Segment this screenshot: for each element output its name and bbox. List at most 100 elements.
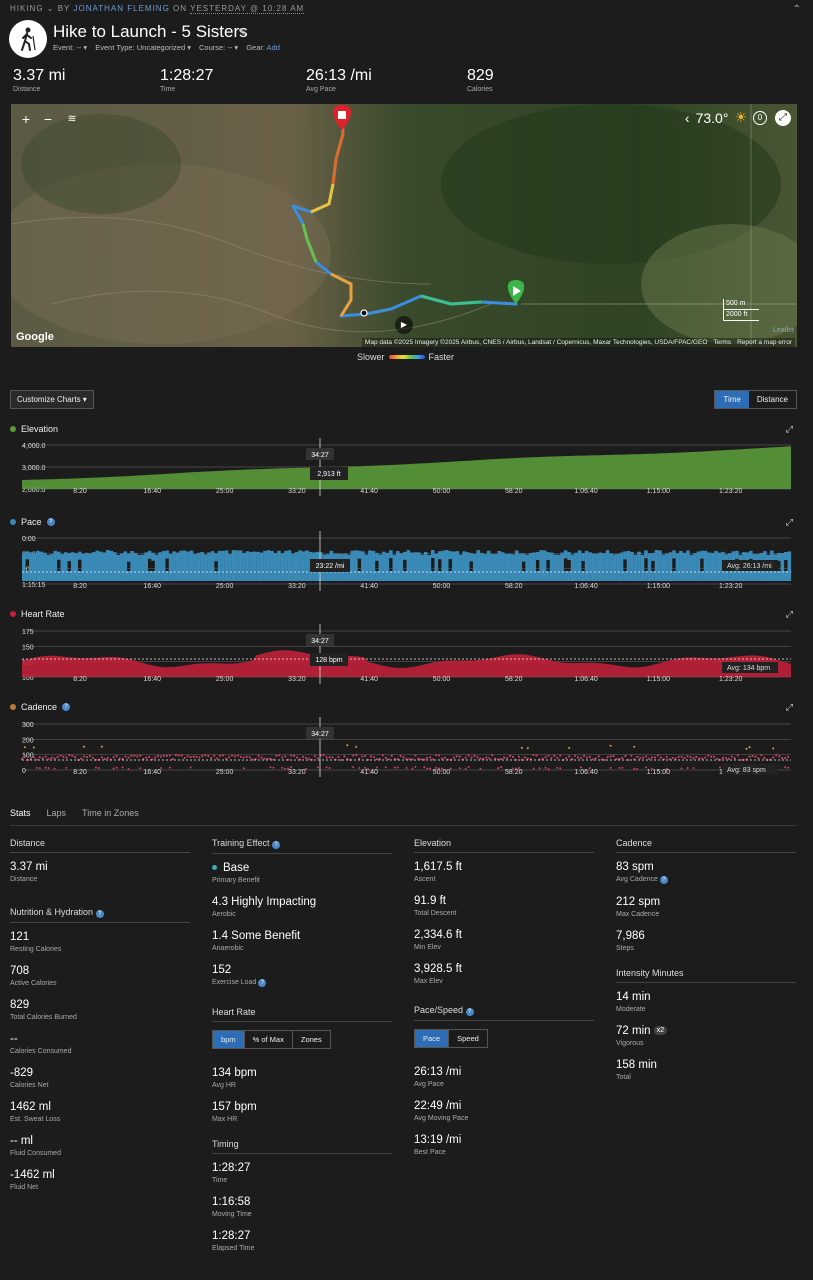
pace-bar bbox=[88, 553, 93, 581]
bpm-toggle[interactable]: bpm bbox=[213, 1031, 245, 1048]
cadence-point bbox=[630, 754, 633, 757]
pace-bar bbox=[42, 552, 47, 581]
pace-toggle[interactable]: Pace bbox=[415, 1030, 450, 1047]
pace-bar bbox=[105, 550, 110, 581]
report-map-error-link[interactable]: Report a map error bbox=[737, 339, 792, 346]
x-tick-label: 1:06:40 bbox=[574, 583, 597, 590]
help-icon[interactable]: ? bbox=[659, 876, 668, 884]
pace-bar bbox=[539, 550, 543, 581]
expand-elevation-icon[interactable]: ⤢ bbox=[786, 424, 793, 435]
pace-bar bbox=[350, 550, 355, 581]
cadence-point bbox=[653, 756, 657, 759]
pace-bar bbox=[217, 550, 222, 581]
help-icon[interactable]: ? bbox=[258, 979, 267, 987]
percent-max-toggle[interactable]: % of Max bbox=[245, 1031, 293, 1048]
help-icon[interactable]: ? bbox=[465, 1008, 474, 1016]
cadence-point bbox=[97, 758, 100, 761]
cadence-point bbox=[139, 767, 142, 770]
cadence-point bbox=[222, 754, 225, 757]
pace-bar bbox=[777, 552, 781, 561]
pace-bar bbox=[651, 552, 655, 561]
pace-bar bbox=[49, 554, 54, 581]
pace-bar bbox=[63, 552, 68, 581]
expand-heart-rate-icon[interactable]: ⤢ bbox=[786, 609, 793, 620]
terms-link[interactable]: Terms bbox=[713, 339, 731, 346]
zoom-out-button[interactable]: − bbox=[39, 110, 57, 128]
cadence-point bbox=[733, 757, 736, 760]
activity-title[interactable]: Hike to Launch - 5 Sisters bbox=[53, 22, 248, 42]
layers-icon[interactable]: ≋ bbox=[63, 110, 81, 128]
multiplier-badge: x2 bbox=[653, 1026, 668, 1036]
summary-distance: 3.37 mi Distance bbox=[13, 67, 66, 93]
help-icon[interactable]: ? bbox=[272, 841, 281, 849]
help-icon[interactable]: ? bbox=[95, 910, 104, 918]
distance-toggle[interactable]: Distance bbox=[749, 391, 796, 408]
cadence-point bbox=[786, 755, 790, 759]
pace-legend: Slower Faster bbox=[357, 352, 455, 362]
weather-widget[interactable]: ‹ 73.0° ☀ 0 bbox=[685, 109, 767, 126]
help-icon[interactable]: ? bbox=[46, 518, 55, 526]
expand-cadence-icon[interactable]: ⤢ bbox=[786, 702, 793, 713]
pace-bar bbox=[581, 552, 585, 561]
customize-charts-button[interactable]: Customize Charts ▾ bbox=[10, 390, 94, 409]
zoom-in-button[interactable]: + bbox=[17, 110, 35, 128]
cadence-point bbox=[263, 757, 266, 760]
pace-chart[interactable]: 0:0025:0050:001:15:158:2016:4025:0033:20… bbox=[0, 531, 813, 591]
tab-stats[interactable]: Stats bbox=[10, 808, 31, 818]
pace-bar bbox=[172, 551, 176, 581]
cadence-point bbox=[511, 755, 515, 759]
cadence-point bbox=[83, 745, 86, 748]
pace-bar bbox=[151, 552, 155, 561]
pace-bar bbox=[654, 550, 659, 581]
chevron-up-icon[interactable]: ⌃ bbox=[793, 4, 801, 15]
y-tick-label: 1:15:15 bbox=[22, 582, 45, 589]
pace-bar bbox=[651, 571, 655, 581]
cadence-point bbox=[727, 757, 730, 760]
map-scale: 500 m 2000 ft bbox=[723, 299, 759, 321]
cadence-point bbox=[171, 757, 174, 761]
time-toggle[interactable]: Time bbox=[715, 391, 749, 408]
cadence-point bbox=[216, 757, 219, 760]
event-type-dropdown[interactable]: Event Type: Uncategorized ▾ bbox=[95, 43, 191, 52]
cadence-point bbox=[434, 753, 438, 757]
summary-pace: 26:13 /mi Avg Pace bbox=[306, 67, 372, 93]
cadence-point bbox=[316, 757, 319, 760]
expand-pace-icon[interactable]: ⤢ bbox=[786, 517, 793, 528]
elevation-chart[interactable]: 4,000.03,000.02,000.0 8:20 16:40 25:00 33:20… bbox=[0, 438, 813, 496]
chevron-left-icon[interactable]: ‹ bbox=[685, 110, 690, 126]
gear-add-link[interactable]: Add bbox=[267, 43, 280, 52]
cadence-point bbox=[748, 755, 751, 758]
cadence-point bbox=[565, 757, 568, 760]
edit-pencil-icon[interactable]: ✎ bbox=[238, 26, 247, 39]
course-dropdown[interactable]: Course: -- ▾ bbox=[199, 43, 238, 52]
cadence-point bbox=[331, 756, 334, 759]
benefit-dot bbox=[212, 865, 217, 871]
leaflet-link[interactable]: Leaflet bbox=[773, 327, 794, 334]
heart-rate-chart[interactable]: 1751501251008:2016:4025:0033:2041:4050:0… bbox=[0, 624, 813, 684]
zones-toggle[interactable]: Zones bbox=[293, 1031, 330, 1048]
cursor-marker bbox=[360, 309, 368, 317]
fullscreen-icon[interactable]: ⤢ bbox=[775, 110, 791, 126]
pace-bar bbox=[598, 552, 603, 581]
pace-bar bbox=[207, 552, 211, 581]
tab-laps[interactable]: Laps bbox=[47, 808, 67, 818]
pace-bar bbox=[682, 552, 687, 581]
event-dropdown[interactable]: Event: -- ▾ bbox=[53, 43, 87, 52]
route-map[interactable]: + − ≋ ‹ 73.0° ☀ 0 ⤢ ▶ 500 m 2000 ft Leafl… bbox=[11, 104, 797, 347]
speed-toggle[interactable]: Speed bbox=[449, 1030, 487, 1047]
tab-time-in-zones[interactable]: Time in Zones bbox=[82, 808, 139, 818]
temperature: 73.0° bbox=[695, 109, 729, 126]
pace-bar bbox=[77, 571, 82, 581]
author-link[interactable]: JONATHAN FLEMING bbox=[73, 4, 169, 13]
cadence-point bbox=[127, 767, 130, 770]
cadence-point bbox=[290, 754, 293, 757]
help-icon[interactable]: ? bbox=[62, 703, 71, 711]
cadence-point bbox=[384, 756, 387, 759]
pace-bar bbox=[123, 551, 127, 581]
pace-bar bbox=[437, 551, 442, 560]
play-button[interactable]: ▶ bbox=[395, 316, 413, 334]
activity-type[interactable]: HIKING bbox=[10, 4, 44, 13]
pace-bar bbox=[486, 550, 491, 581]
pace-bar bbox=[430, 550, 435, 559]
cadence-chart[interactable]: 300 200 100 0 8:20 16:40 25:00 33:20 41:40 50:00 5… bbox=[0, 717, 813, 777]
